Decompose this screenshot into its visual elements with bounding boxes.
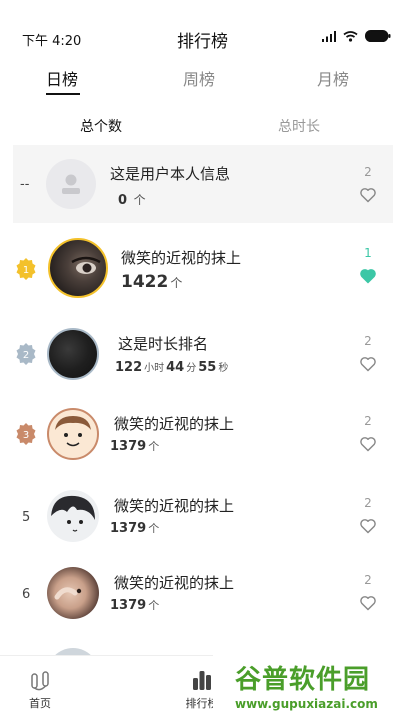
avatar[interactable] bbox=[47, 490, 99, 542]
count-unit: 个 bbox=[148, 599, 160, 612]
signal-icon bbox=[322, 30, 336, 42]
duration-minutes: 44 bbox=[166, 360, 185, 375]
self-row[interactable]: -- 这是用户本人信息 0 个 2 bbox=[13, 145, 393, 223]
status-icons bbox=[322, 30, 391, 42]
rank-row[interactable]: 5 微笑的近视的抹上 1379 个 2 bbox=[0, 480, 405, 556]
rank-number: 5 bbox=[22, 510, 31, 525]
rank-row[interactable]: 2 这是时长排名 122 小时 44 分 55 秒 2 bbox=[0, 316, 405, 396]
anime-face-icon bbox=[51, 495, 95, 532]
photo-face-icon bbox=[54, 587, 82, 600]
duration-seconds-unit: 秒 bbox=[218, 363, 229, 374]
duration-minutes-unit: 分 bbox=[186, 363, 197, 374]
user-name: 微笑的近视的抹上 bbox=[121, 249, 242, 267]
rank-row[interactable]: 3 微笑的近视的抹上 1379 个 2 bbox=[0, 398, 405, 474]
tab-total-count[interactable]: 总个数 bbox=[80, 116, 122, 136]
heart-filled-icon[interactable] bbox=[359, 268, 377, 284]
like-count: 1 bbox=[364, 246, 372, 260]
duration-stat: 122 小时 44 分 55 秒 bbox=[115, 359, 230, 375]
self-name: 这是用户本人信息 bbox=[110, 165, 231, 183]
heart-outline-icon[interactable] bbox=[359, 356, 377, 372]
gold-badge-icon: 1 bbox=[16, 258, 36, 280]
ranking-icon bbox=[193, 671, 211, 690]
bronze-badge-icon: 3 bbox=[16, 423, 36, 445]
tab-monthly[interactable]: 月榜 bbox=[317, 66, 349, 90]
like-count: 2 bbox=[364, 334, 372, 348]
tab-total-duration[interactable]: 总时长 bbox=[278, 116, 320, 136]
rank-row[interactable]: 6 微笑的近视的抹上 1379 个 2 bbox=[0, 557, 405, 633]
count-value: 1379 bbox=[110, 521, 147, 536]
badge-number: 1 bbox=[23, 265, 29, 276]
badge-number: 2 bbox=[23, 350, 29, 361]
like-count: 2 bbox=[364, 414, 372, 428]
count-unit: 个 bbox=[148, 522, 160, 535]
user-name: 微笑的近视的抹上 bbox=[114, 497, 235, 515]
count-unit: 个 bbox=[170, 276, 183, 290]
count-stat: 1379 个 bbox=[110, 438, 161, 454]
wifi-icon bbox=[343, 30, 358, 42]
rank-number: 6 bbox=[22, 587, 31, 602]
duration-hours-unit: 小时 bbox=[144, 363, 165, 374]
like-count: 2 bbox=[364, 573, 372, 587]
count-value: 1379 bbox=[110, 439, 147, 454]
count-stat: 1379 个 bbox=[110, 520, 161, 536]
silver-badge-icon: 2 bbox=[16, 343, 36, 365]
heart-outline-icon[interactable] bbox=[359, 595, 377, 611]
self-value: 0 bbox=[118, 193, 128, 208]
home-icon bbox=[31, 671, 49, 691]
avatar[interactable] bbox=[47, 408, 99, 460]
watermark: 谷普软件园 www.gupuxiazai.com bbox=[213, 655, 405, 720]
avatar[interactable] bbox=[47, 328, 99, 380]
avatar-placeholder[interactable] bbox=[46, 159, 96, 209]
like-count: 2 bbox=[364, 496, 372, 510]
tab-daily[interactable]: 日榜 bbox=[46, 66, 78, 90]
avatar[interactable] bbox=[47, 567, 99, 619]
status-bar: 下午 4:20 排行榜 bbox=[0, 0, 405, 76]
eye-photo-icon bbox=[71, 256, 101, 274]
nav-home[interactable]: 首页 bbox=[20, 668, 60, 711]
badge-number: 3 bbox=[23, 430, 29, 441]
self-like-count: 2 bbox=[364, 165, 372, 179]
heart-outline-icon[interactable] bbox=[359, 518, 377, 534]
count-unit: 个 bbox=[148, 440, 160, 453]
count-value: 1422 bbox=[121, 272, 169, 292]
self-rank: -- bbox=[20, 177, 30, 192]
watermark-url: www.gupuxiazai.com bbox=[235, 697, 378, 711]
duration-seconds: 55 bbox=[198, 360, 217, 375]
duration-hours: 122 bbox=[115, 360, 143, 375]
count-stat: 1422 个 bbox=[121, 272, 184, 292]
tab-weekly[interactable]: 周榜 bbox=[183, 66, 215, 90]
nav-home-label: 首页 bbox=[29, 697, 51, 710]
cartoon-face-icon bbox=[55, 416, 91, 447]
heart-outline-icon[interactable] bbox=[359, 436, 377, 452]
avatar[interactable] bbox=[48, 238, 108, 298]
tab-underline bbox=[46, 93, 80, 95]
user-name: 这是时长排名 bbox=[118, 335, 209, 353]
count-stat: 1379 个 bbox=[110, 597, 161, 613]
user-icon bbox=[62, 174, 80, 194]
rank-row[interactable]: 1 微笑的近视的抹上 1422 个 1 bbox=[0, 232, 405, 308]
user-name: 微笑的近视的抹上 bbox=[114, 574, 235, 592]
user-name: 微笑的近视的抹上 bbox=[114, 415, 235, 433]
battery-icon bbox=[365, 30, 391, 42]
self-stat: 0 个 bbox=[118, 191, 148, 208]
watermark-title: 谷普软件园 bbox=[235, 665, 371, 695]
heart-outline-icon[interactable] bbox=[359, 187, 377, 203]
count-value: 1379 bbox=[110, 598, 147, 613]
self-unit: 个 bbox=[133, 193, 146, 207]
